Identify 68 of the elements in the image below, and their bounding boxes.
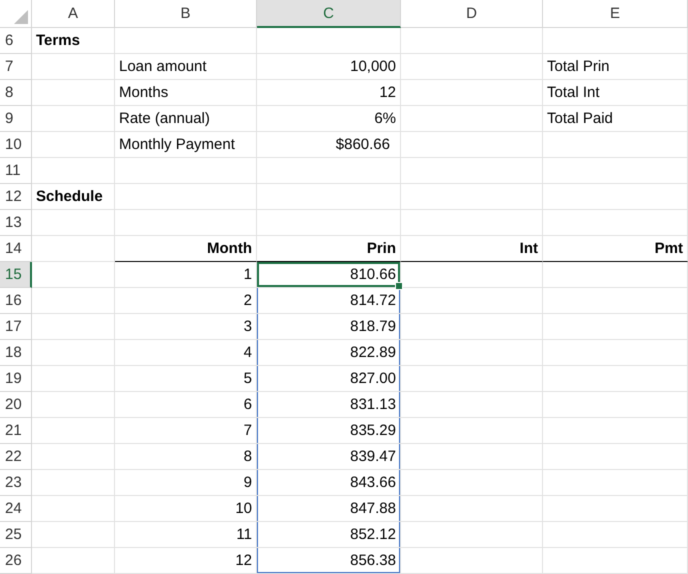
table-cell: 1 [115,262,257,288]
table-cell: 843.66 [257,470,401,496]
table-cell: 10 [115,496,257,522]
row-header[interactable]: 23 [0,470,32,496]
row-header[interactable]: 19 [0,366,32,392]
table-cell: 839.47 [257,444,401,470]
table-cell: 818.79 [257,314,401,340]
row-header[interactable]: 11 [0,158,32,184]
row-header[interactable]: 10 [0,132,32,158]
row-header[interactable]: 15 [0,262,32,288]
table-cell: 3 [115,314,257,340]
column-header[interactable]: E [543,0,688,28]
table-cell: Pmt [543,236,688,262]
row-header[interactable]: 21 [0,418,32,444]
row-header[interactable]: 8 [0,80,32,106]
table-cell: Terms [32,28,115,54]
table-cell: 6 [115,392,257,418]
table-cell: Loan amount [115,54,257,80]
table-cell: Rate (annual) [115,106,257,132]
row-header[interactable]: 18 [0,340,32,366]
column-header[interactable]: D [401,0,543,28]
table-cell: Int [401,236,543,262]
table-cell: Schedule [32,184,115,210]
fill-handle[interactable] [395,282,403,290]
column-header[interactable]: C [257,0,401,28]
table-cell: 7 [115,418,257,444]
row-header[interactable]: 20 [0,392,32,418]
row-header[interactable]: 25 [0,522,32,548]
table-cell: 11 [115,522,257,548]
table-cell: 852.12 [257,522,401,548]
table-cell: $860.66 [257,132,401,158]
table-cell: 835.29 [257,418,401,444]
row-header[interactable]: 26 [0,548,32,574]
table-cell: 822.89 [257,340,401,366]
table-cell: 8 [115,444,257,470]
table-cell: 12 [115,548,257,574]
row-header[interactable]: 14 [0,236,32,262]
column-header[interactable]: B [115,0,257,28]
table-cell: 12 [257,80,401,106]
table-cell: 4 [115,340,257,366]
row-header[interactable]: 16 [0,288,32,314]
row-header[interactable]: 17 [0,314,32,340]
row-header[interactable]: 9 [0,106,32,132]
table-cell: Monthly Payment [115,132,257,158]
column-header[interactable]: A [32,0,115,28]
table-cell: 5 [115,366,257,392]
row-header[interactable]: 22 [0,444,32,470]
table-cell: 2 [115,288,257,314]
table-cell: Month [115,236,257,262]
row-header[interactable]: 7 [0,54,32,80]
table-cell: Prin [257,236,401,262]
table-cell: 810.66 [257,262,401,288]
table-cell: 6% [257,106,401,132]
table-cell: Total Int [543,80,688,106]
table-cell: 831.13 [257,392,401,418]
row-header[interactable]: 13 [0,210,32,236]
row-header[interactable]: 24 [0,496,32,522]
table-cell: Months [115,80,257,106]
table-cell: 856.38 [257,548,401,574]
table-cell: Total Prin [543,54,688,80]
table-cell: Total Paid [543,106,688,132]
table-cell: 814.72 [257,288,401,314]
row-header[interactable]: 6 [0,28,32,54]
table-cell: 10,000 [257,54,401,80]
table-cell: 847.88 [257,496,401,522]
table-cell: 827.00 [257,366,401,392]
row-header[interactable]: 12 [0,184,32,210]
table-cell: 9 [115,470,257,496]
